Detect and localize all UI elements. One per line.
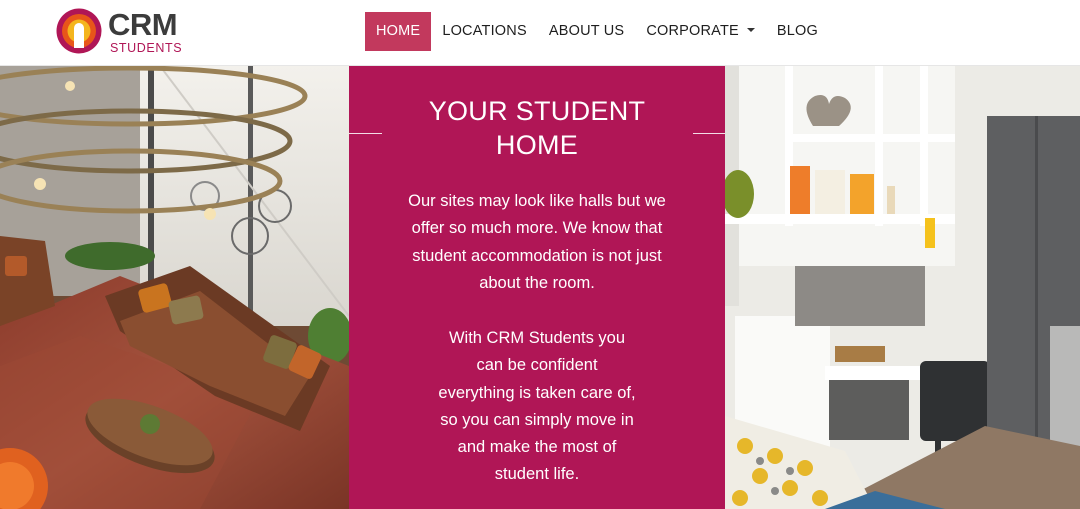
main-nav: HOME LOCATIONS ABOUT US CORPORATE BLOG	[365, 12, 829, 51]
hero-paragraph-2: With CRM Students you can be confident e…	[349, 325, 725, 489]
site-header: CRM STUDENTS HOME LOCATIONS ABOUT US COR…	[0, 0, 1080, 66]
chevron-down-icon	[746, 28, 755, 33]
bedroom-illustration	[725, 66, 1080, 509]
lounge-illustration	[0, 66, 349, 509]
hero-paragraph-1: Our sites may look like halls but we off…	[349, 188, 725, 297]
hero-panel: YOUR STUDENT HOME Our sites may look lik…	[349, 66, 745, 509]
logo-tagline: STUDENTS	[110, 41, 183, 55]
paragraph-line: Our sites may look like halls but we	[408, 192, 666, 210]
nav-about-us[interactable]: ABOUT US	[538, 12, 635, 51]
nav-corporate-label: CORPORATE	[646, 23, 739, 39]
paragraph-line: With CRM Students you	[448, 329, 626, 347]
hero-title-line-2: HOME	[495, 130, 579, 160]
paragraph-line: can be confident	[476, 356, 598, 375]
site-logo[interactable]: CRM STUDENTS	[56, 8, 186, 56]
hero-title-line-1: YOUR STUDENT	[428, 96, 646, 126]
paragraph-line: about the room.	[479, 273, 595, 292]
nav-blog[interactable]: BLOG	[766, 12, 829, 51]
paragraph-line: student life.	[494, 465, 580, 484]
paragraph-line: and make the most of	[457, 438, 617, 457]
hero-title: YOUR STUDENT HOME	[349, 94, 725, 162]
nav-corporate[interactable]: CORPORATE	[635, 12, 766, 51]
logo-wordmark: CRM	[108, 7, 178, 42]
bedroom-photo	[725, 66, 1080, 509]
logo-mark-icon	[56, 8, 102, 54]
paragraph-line: student accommodation is not just	[412, 246, 662, 265]
paragraph-line: everything is taken care of,	[438, 383, 636, 402]
nav-home[interactable]: HOME	[365, 12, 432, 51]
nav-locations[interactable]: LOCATIONS	[431, 12, 538, 51]
lounge-photo	[0, 66, 349, 509]
paragraph-line: so you can simply move in	[440, 410, 634, 429]
paragraph-line: offer so much more. We know that	[411, 219, 663, 238]
